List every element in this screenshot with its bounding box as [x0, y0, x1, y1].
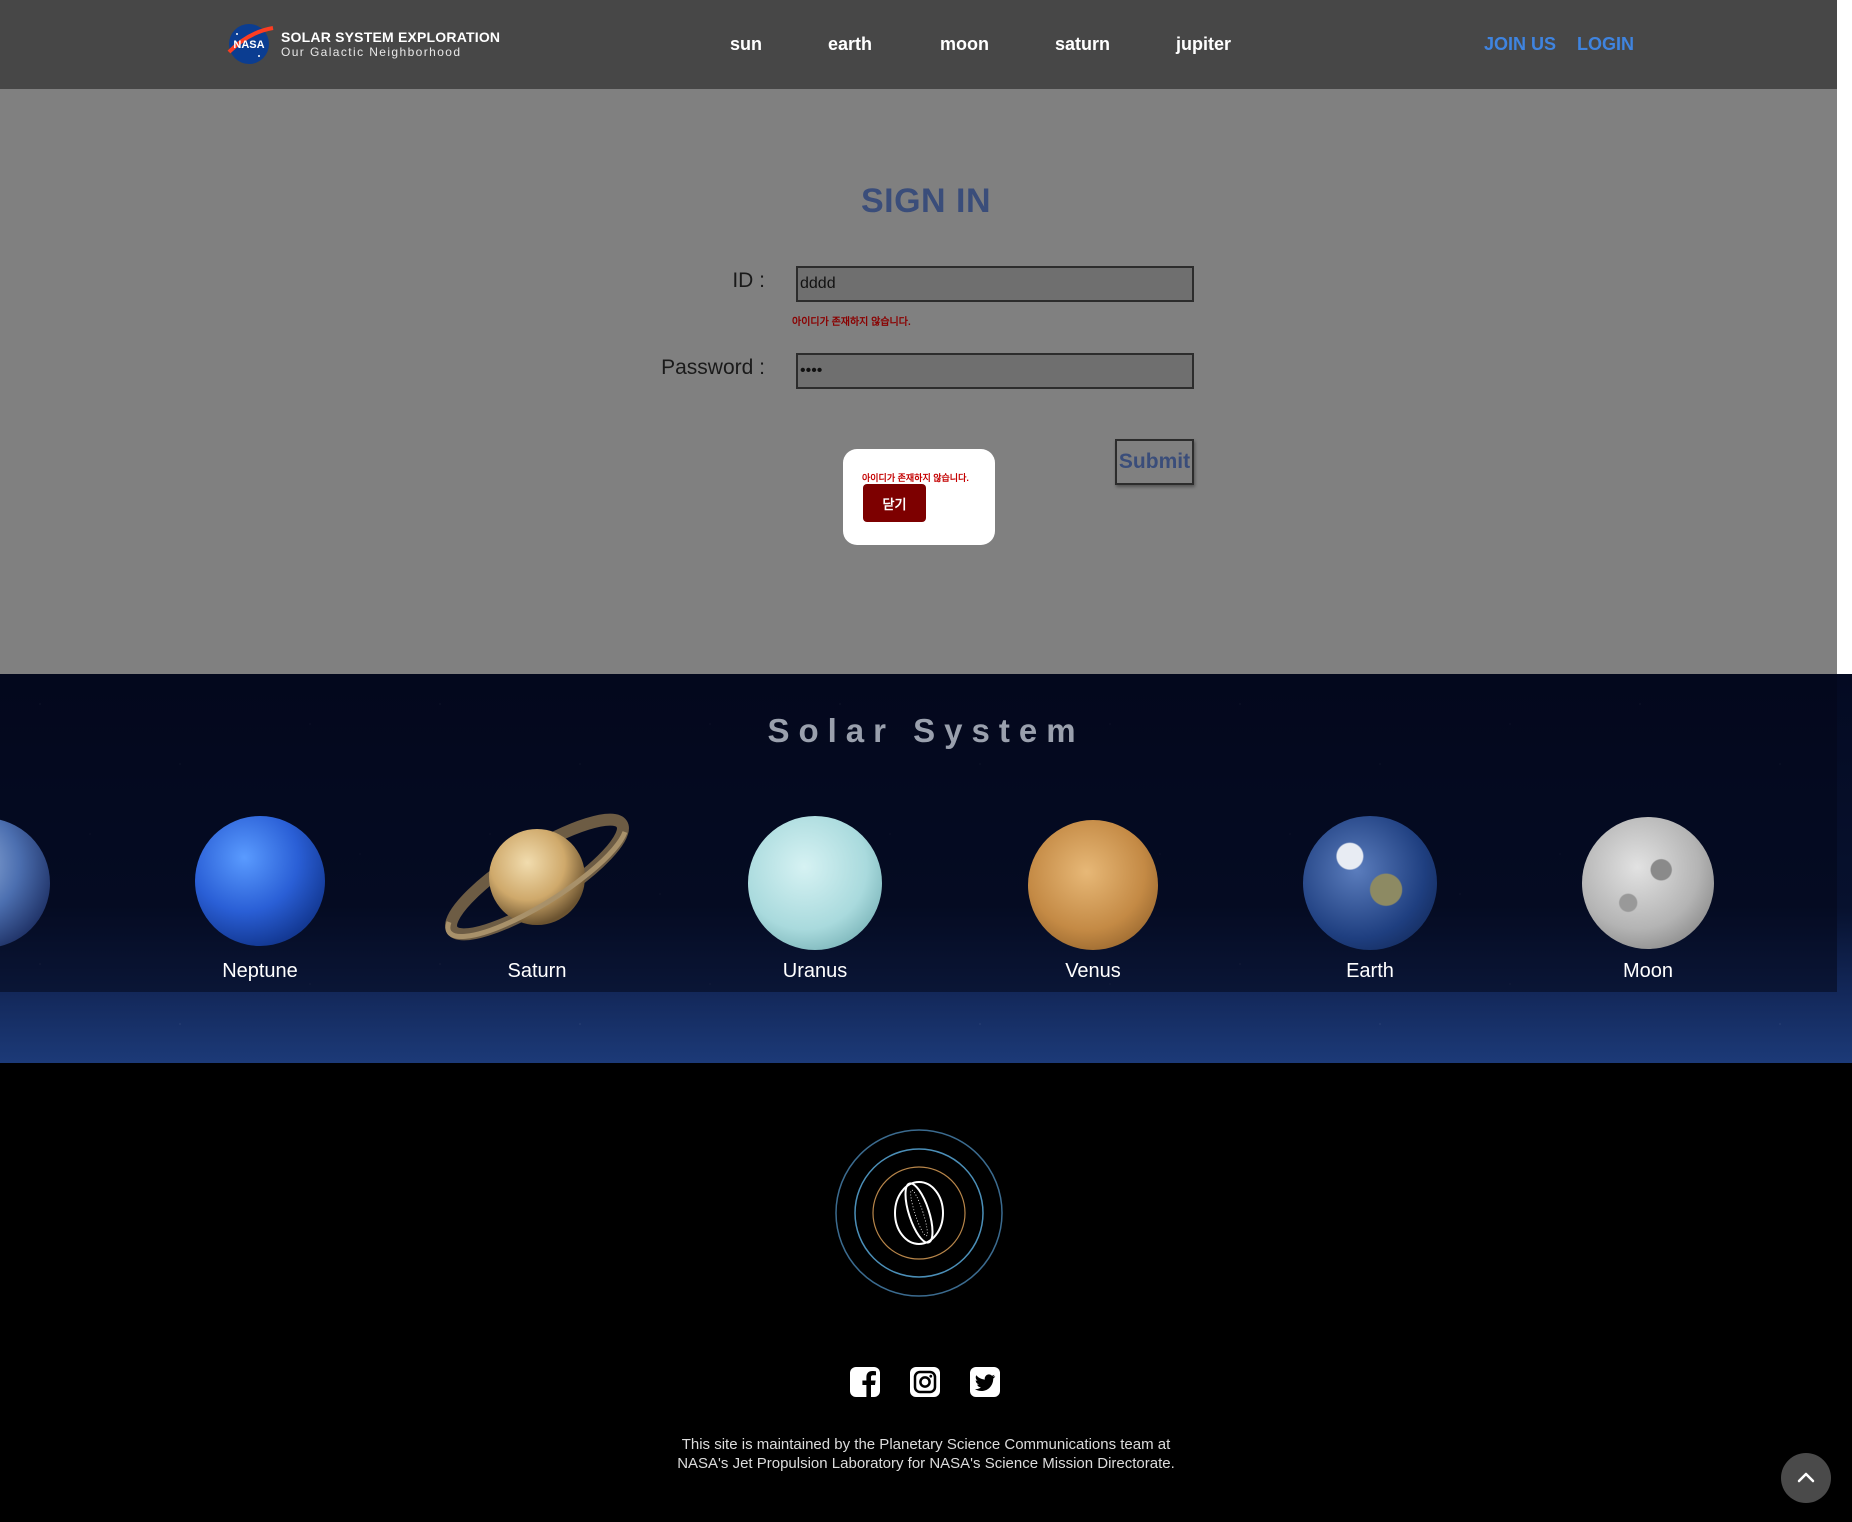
uranus-planet-icon: [748, 816, 882, 950]
mercury-planet-icon: [0, 818, 50, 948]
dialog-message: 아이디가 존재하지 않습니다.: [862, 473, 969, 483]
earth-planet-icon: [1303, 816, 1437, 950]
brand-title: SOLAR SYSTEM EXPLORATION: [281, 28, 501, 45]
planet-card-uranus[interactable]: Uranus: [690, 808, 940, 983]
join-us-link[interactable]: JOIN US: [1484, 34, 1556, 55]
planet-card-venus[interactable]: Venus: [968, 808, 1218, 983]
nasa-logo-icon: NASA: [225, 22, 275, 66]
carousel-title: Solar System: [767, 712, 1085, 749]
planet-name: Uranus: [782, 960, 848, 982]
chevron-up-icon: [1797, 1472, 1815, 1483]
id-input[interactable]: [796, 266, 1194, 302]
planet-card-mercury[interactable]: ry: [0, 808, 95, 983]
moon-planet-icon: [1582, 817, 1714, 949]
password-input[interactable]: [796, 353, 1194, 389]
site-footer: This site is maintained by the Planetary…: [0, 1063, 1852, 1522]
social-links: [849, 1366, 1001, 1398]
back-to-top-button[interactable]: [1781, 1453, 1831, 1503]
orbit-logo-icon: [834, 1128, 1004, 1303]
submit-button[interactable]: Submit: [1115, 439, 1194, 485]
site-logo[interactable]: NASA SOLAR SYSTEM EXPLORATION Our Galact…: [225, 22, 500, 66]
login-link[interactable]: LOGIN: [1577, 34, 1634, 55]
planet-carousel: Solar System ry Neptune: [0, 674, 1852, 1063]
id-label: ID :: [732, 269, 765, 292]
planet-name: ry: [0, 960, 95, 983]
page-title: SIGN IN: [860, 182, 992, 220]
footer-credit: This site is maintained by the Planetary…: [0, 1435, 1852, 1473]
planet-name: Moon: [1622, 960, 1674, 982]
facebook-icon[interactable]: [849, 1366, 881, 1398]
footer-credit-line2: NASA's Jet Propulsion Laboratory for NAS…: [677, 1455, 1175, 1472]
id-error-message: 아이디가 존재하지 않습니다.: [792, 317, 911, 328]
planet-name: Neptune: [222, 960, 298, 982]
nav-link-saturn[interactable]: saturn: [1055, 34, 1110, 55]
planet-card-earth[interactable]: Earth: [1245, 808, 1495, 983]
footer-credit-line1: This site is maintained by the Planetary…: [681, 1436, 1171, 1453]
nasa-badge-text: NASA: [233, 39, 264, 51]
nav-link-jupiter[interactable]: jupiter: [1176, 34, 1231, 55]
twitter-icon[interactable]: [969, 1366, 1001, 1398]
site-header: NASA SOLAR SYSTEM EXPLORATION Our Galact…: [0, 0, 1837, 89]
saturn-planet-icon: [412, 808, 662, 948]
dialog-close-button[interactable]: 닫기: [863, 484, 926, 522]
page-scrollbar[interactable]: [1837, 0, 1852, 674]
planet-card-saturn[interactable]: Saturn: [412, 808, 662, 983]
nav-link-moon[interactable]: moon: [940, 34, 989, 55]
planet-name: Venus: [1065, 960, 1121, 982]
nav-link-sun[interactable]: sun: [730, 34, 762, 55]
nav-link-earth[interactable]: earth: [828, 34, 872, 55]
password-label: Password :: [661, 356, 765, 379]
neptune-planet-icon: [195, 816, 325, 946]
alert-dialog: 아이디가 존재하지 않습니다. 닫기: [843, 449, 995, 545]
planet-card-moon[interactable]: Moon: [1523, 808, 1773, 983]
planet-name: Earth: [1346, 960, 1394, 982]
planet-name: Saturn: [507, 960, 567, 982]
signin-section: SIGN IN ID : 아이디가 존재하지 않습니다. Password : …: [0, 89, 1837, 674]
planet-card-neptune[interactable]: Neptune: [135, 808, 385, 983]
venus-planet-icon: [1028, 820, 1158, 950]
brand-subtitle: Our Galactic Neighborhood: [281, 44, 462, 59]
instagram-icon[interactable]: [909, 1366, 941, 1398]
